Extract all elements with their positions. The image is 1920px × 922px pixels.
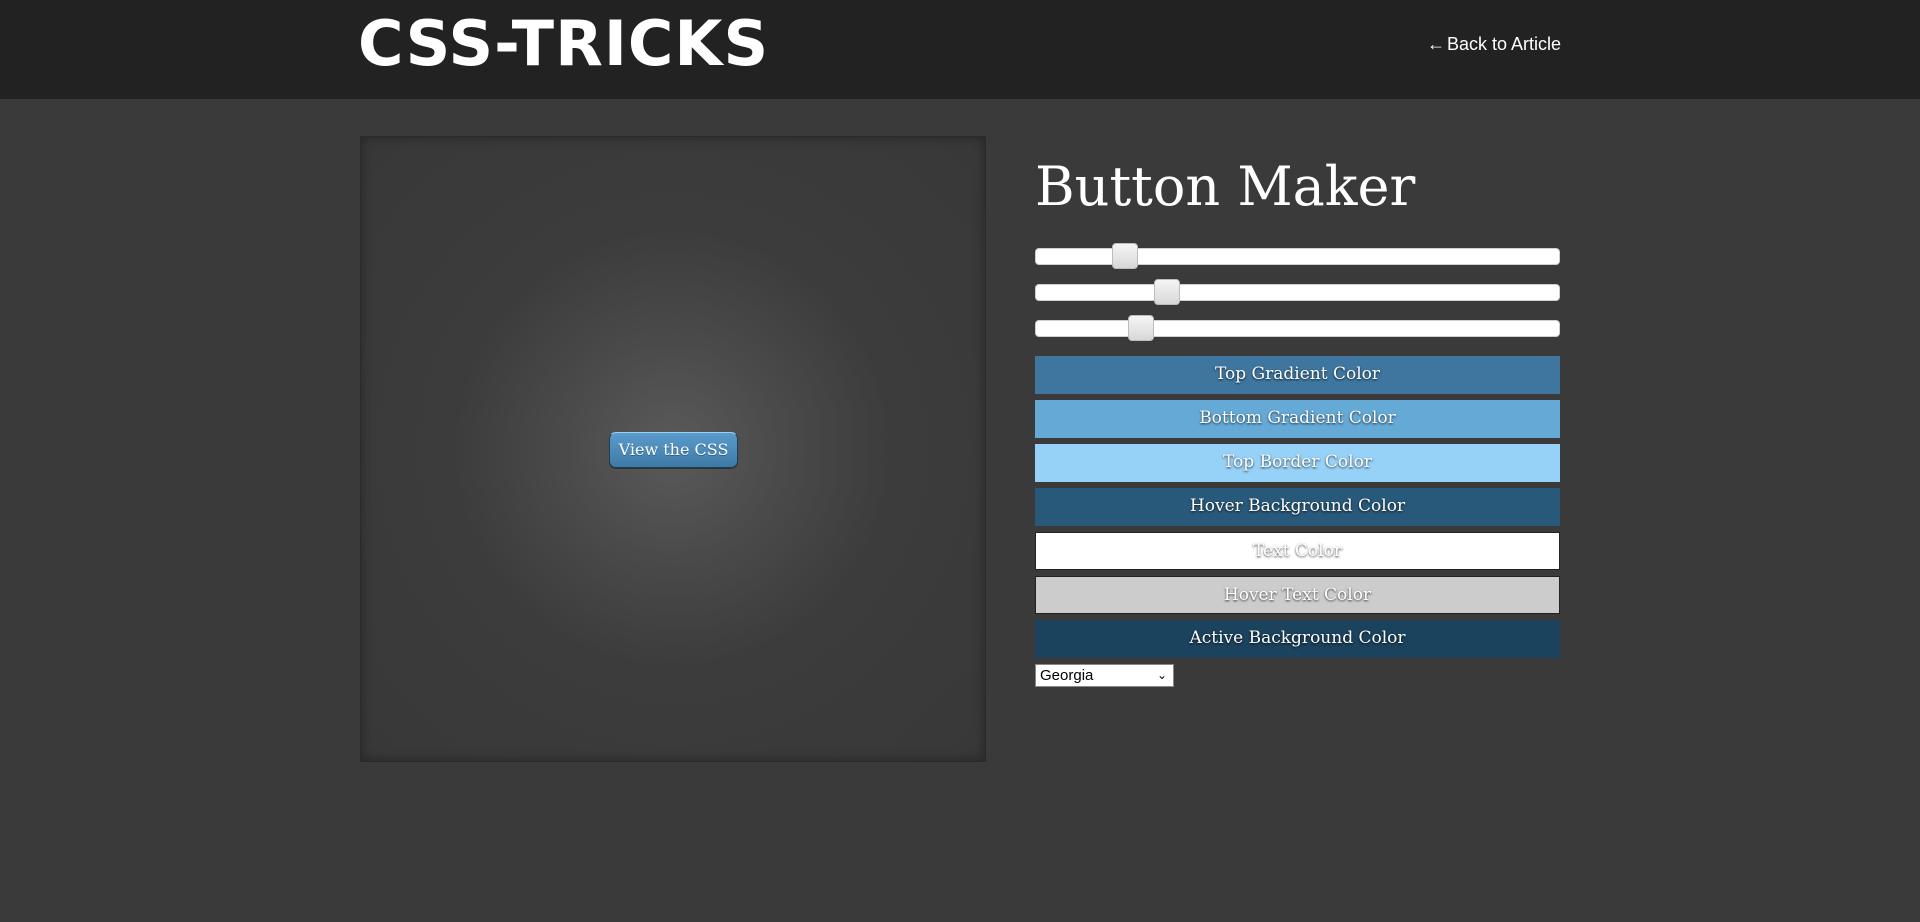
hover-background-color-button[interactable]: Hover Background Color <box>1035 488 1560 526</box>
active-background-color-button[interactable]: Active Background Color <box>1035 620 1560 658</box>
back-link-label: Back to Article <box>1446 34 1561 54</box>
font-select-value: Georgia <box>1040 667 1094 684</box>
slider-group <box>1035 243 1560 341</box>
slider-thumb[interactable] <box>1153 279 1180 305</box>
button-preview-area: View the CSS <box>360 136 986 762</box>
hover-text-color-button[interactable]: Hover Text Color <box>1035 576 1560 614</box>
color-button-list: Top Gradient Color Bottom Gradient Color… <box>1035 356 1560 658</box>
top-border-color-button[interactable]: Top Border Color <box>1035 444 1560 482</box>
slider-thumb[interactable] <box>1111 243 1138 269</box>
page-title: Button Maker <box>1035 155 1416 218</box>
site-header: CSS-TRICKS ← Back to Article <box>0 0 1920 99</box>
font-family-select[interactable]: Georgia ⌄ <box>1035 664 1174 687</box>
chevron-down-icon: ⌄ <box>1156 668 1167 682</box>
border-radius-slider[interactable] <box>1035 279 1560 305</box>
button-maker-panel: Button Maker Top Gradient Color Bottom G… <box>1035 160 1560 687</box>
arrow-left-icon: ← <box>1426 34 1445 54</box>
back-to-article-link[interactable]: ← Back to Article <box>1427 34 1561 55</box>
padding-slider[interactable] <box>1035 243 1560 269</box>
font-size-slider[interactable] <box>1035 315 1560 341</box>
slider-thumb[interactable] <box>1127 315 1154 341</box>
text-color-button[interactable]: Text Color <box>1035 532 1560 570</box>
view-css-button[interactable]: View the CSS <box>609 432 738 468</box>
site-logo[interactable]: CSS-TRICKS <box>358 13 769 75</box>
top-gradient-color-button[interactable]: Top Gradient Color <box>1035 356 1560 394</box>
bottom-gradient-color-button[interactable]: Bottom Gradient Color <box>1035 400 1560 438</box>
